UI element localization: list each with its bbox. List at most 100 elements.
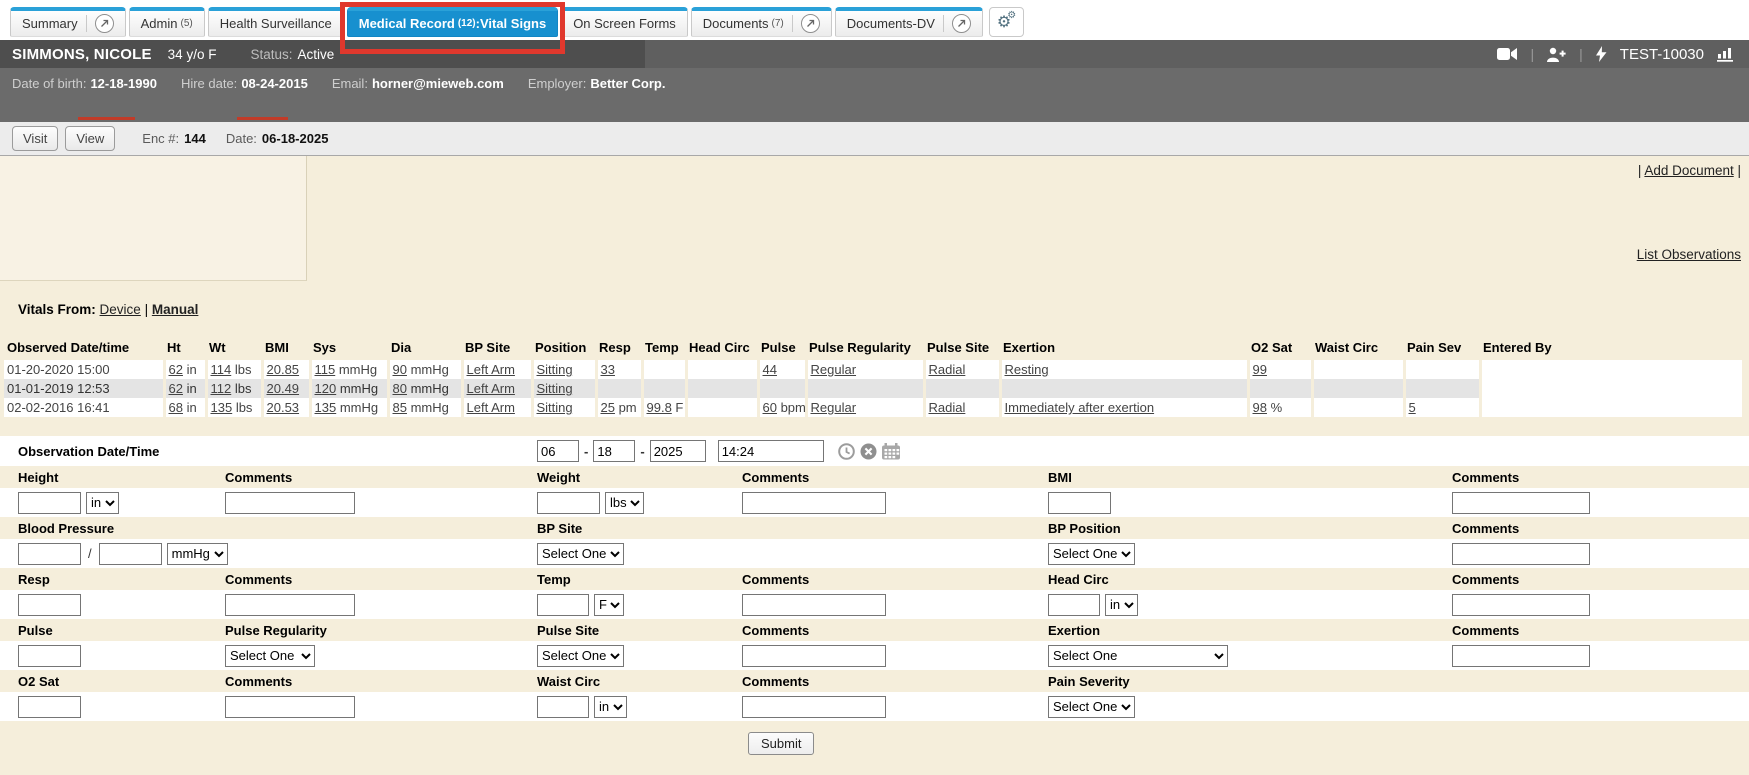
popout-button[interactable] [943, 15, 971, 33]
bp-systolic-input[interactable] [18, 543, 81, 565]
popout-button[interactable] [792, 15, 820, 33]
tab-documents-dv[interactable]: Documents-DV [835, 7, 983, 37]
vitals-value-link[interactable]: 90 [393, 362, 407, 377]
height-unit-select[interactable]: in [86, 492, 119, 514]
obs-year-input[interactable] [650, 440, 706, 462]
vitals-value-link[interactable]: 135 [211, 400, 233, 415]
vitals-value-link[interactable]: Left Arm [467, 381, 515, 396]
temp-unit-select[interactable]: F [594, 594, 624, 616]
o2-sat-comments-input[interactable] [225, 696, 355, 718]
bp-unit-select[interactable]: mmHg [167, 543, 228, 565]
vitals-value-link[interactable]: 25 [601, 400, 615, 415]
header-actions: | | TEST-10030 [1497, 46, 1749, 63]
vitals-value-link[interactable]: Left Arm [467, 362, 515, 377]
head-circ-comments-input[interactable] [1452, 594, 1590, 616]
resp-comments-input[interactable] [225, 594, 355, 616]
tab-on-screen-forms[interactable]: On Screen Forms [561, 7, 688, 37]
bp-comments-input[interactable] [1452, 543, 1590, 565]
flowsheet-chart-icon[interactable] [1717, 46, 1735, 62]
weight-comments-input[interactable] [742, 492, 886, 514]
calendar-icon[interactable] [882, 443, 900, 460]
vitals-value-link[interactable]: Sitting [537, 381, 573, 396]
vitals-column-header: Pulse Regularity [806, 338, 924, 360]
waist-circ-input[interactable] [537, 696, 589, 718]
vitals-value-link[interactable]: 99.8 [647, 400, 672, 415]
bp-position-select[interactable]: Select One [1048, 543, 1135, 565]
vitals-value-link[interactable]: 20.53 [267, 400, 300, 415]
vitals-value-link[interactable]: Sitting [537, 362, 573, 377]
vitals-value-link[interactable]: Regular [811, 400, 857, 415]
vitals-value-link[interactable]: 62 [169, 381, 183, 396]
bp-diastolic-input[interactable] [99, 543, 162, 565]
head-circ-input[interactable] [1048, 594, 1100, 616]
vitals-value-link[interactable]: 5 [1409, 400, 1416, 415]
waist-circ-unit-select[interactable]: in [594, 696, 627, 718]
pulse-comments-input[interactable] [742, 645, 886, 667]
tab-documents[interactable]: Documents (7) [691, 7, 832, 37]
height-comments-input[interactable] [225, 492, 355, 514]
resp-input[interactable] [18, 594, 81, 616]
tab-admin[interactable]: Admin (5) [129, 7, 205, 37]
submit-button[interactable]: Submit [748, 732, 814, 755]
pulse-input[interactable] [18, 645, 81, 667]
vitals-value-link[interactable]: 20.49 [267, 381, 300, 396]
tab-summary[interactable]: Summary [10, 7, 126, 37]
bmi-comments-input[interactable] [1452, 492, 1590, 514]
vitals-value-link[interactable]: Radial [929, 362, 966, 377]
add-person-icon[interactable] [1547, 47, 1566, 62]
settings-button[interactable]: ⚙ ⚙ [989, 7, 1024, 37]
vitals-value-link[interactable]: 114 [211, 362, 232, 377]
vitals-value-link[interactable]: Sitting [537, 400, 573, 415]
video-call-icon[interactable] [1497, 47, 1518, 61]
popout-button[interactable] [86, 15, 114, 33]
weight-unit-select[interactable]: lbs [605, 492, 644, 514]
manual-link[interactable]: Manual [152, 302, 199, 317]
obs-day-input[interactable] [593, 440, 635, 462]
temp-comments-input[interactable] [742, 594, 886, 616]
head-circ-unit-select[interactable]: in [1105, 594, 1138, 616]
obs-time-input[interactable] [718, 440, 824, 462]
vitals-value-link[interactable]: Immediately after exertion [1005, 400, 1155, 415]
list-observations-link[interactable]: List Observations [1637, 247, 1741, 262]
exertion-comments-input[interactable] [1452, 645, 1590, 667]
vitals-value-link[interactable]: Radial [929, 400, 966, 415]
view-button[interactable]: View [65, 126, 115, 151]
lightning-icon[interactable] [1596, 46, 1607, 62]
vitals-value-link[interactable]: 112 [211, 381, 232, 396]
pulse-site-select[interactable]: Select One [537, 645, 624, 667]
tab-health-surveillance[interactable]: Health Surveillance [208, 7, 344, 37]
device-link[interactable]: Device [100, 302, 141, 317]
obs-month-input[interactable] [537, 440, 579, 462]
height-input[interactable] [18, 492, 81, 514]
temp-input[interactable] [537, 594, 589, 616]
bp-site-select[interactable]: Select One [537, 543, 624, 565]
visit-button[interactable]: Visit [12, 126, 58, 151]
vitals-value-link[interactable]: Resting [1005, 362, 1049, 377]
vitals-value-link[interactable]: 33 [601, 362, 615, 377]
vitals-value-link[interactable]: 115 [315, 362, 336, 377]
waist-circ-comments-input[interactable] [742, 696, 886, 718]
vitals-value-link[interactable]: 135 [315, 400, 337, 415]
vitals-value-link[interactable]: 85 [393, 400, 407, 415]
o2-sat-input[interactable] [18, 696, 81, 718]
exertion-select[interactable]: Select One [1048, 645, 1228, 667]
pulse-regularity-select[interactable]: Select One [225, 645, 315, 667]
vitals-value-link[interactable]: 62 [169, 362, 183, 377]
add-document-link[interactable]: Add Document [1644, 163, 1733, 178]
vitals-value-link[interactable]: 120 [315, 381, 337, 396]
vitals-value-link[interactable]: 98 [1253, 400, 1267, 415]
pain-severity-select[interactable]: Select One [1048, 696, 1135, 718]
vitals-value-link[interactable]: 44 [763, 362, 777, 377]
vitals-value-link[interactable]: 99 [1253, 362, 1267, 377]
vitals-value-link[interactable]: 20.85 [267, 362, 300, 377]
tab-medical-record[interactable]: Medical Record (12) :Vital Signs [347, 7, 558, 37]
vitals-value-link[interactable]: 60 [763, 400, 777, 415]
vitals-value-link[interactable]: 68 [169, 400, 183, 415]
bmi-input[interactable] [1048, 492, 1111, 514]
vitals-value-link[interactable]: Left Arm [467, 400, 515, 415]
vitals-value-link[interactable]: 80 [393, 381, 407, 396]
clear-icon[interactable] [860, 443, 877, 460]
weight-input[interactable] [537, 492, 600, 514]
clock-icon[interactable] [838, 443, 855, 460]
vitals-value-link[interactable]: Regular [811, 362, 857, 377]
